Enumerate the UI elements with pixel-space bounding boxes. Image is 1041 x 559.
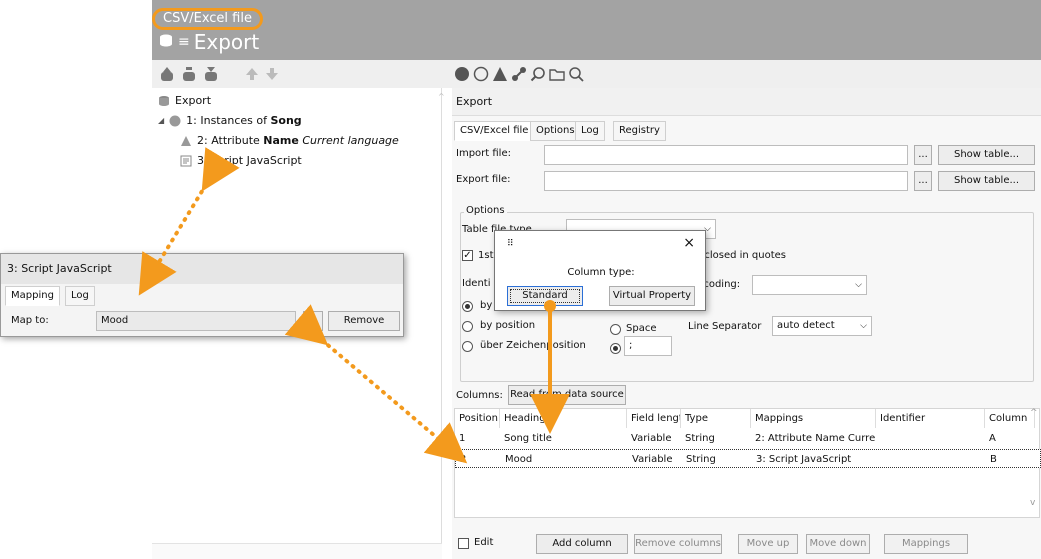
space-radio[interactable] xyxy=(610,324,621,335)
script-icon xyxy=(180,155,192,166)
export-show-table-button[interactable]: Show table... xyxy=(938,171,1035,191)
col-header-identifier[interactable]: Identifier xyxy=(876,409,985,428)
collapse-triangle-icon[interactable]: ◢ xyxy=(158,116,164,125)
database-icon xyxy=(158,29,174,55)
panel-title: 3: Script JavaScript xyxy=(1,254,403,284)
edit-checkbox[interactable] xyxy=(458,538,469,549)
by-position-radio[interactable] xyxy=(462,321,473,332)
col-header-column[interactable]: Column xyxy=(985,409,1035,428)
table-row[interactable]: 1 Song title Variable String 2: Attribut… xyxy=(455,429,1041,448)
custom-separator-radio[interactable] xyxy=(610,343,621,354)
search-icon[interactable] xyxy=(530,66,546,82)
virtual-property-button[interactable]: Virtual Property xyxy=(609,286,695,306)
space-label: Space xyxy=(626,323,657,334)
tree-item-script[interactable]: 3: Script JavaScript xyxy=(180,154,302,167)
table-scroll-up[interactable]: ^ xyxy=(1030,408,1038,418)
import-show-table-button[interactable]: Show table... xyxy=(938,145,1035,165)
encoding-select[interactable]: ⌵ xyxy=(752,275,867,295)
add-column-button[interactable]: Add column xyxy=(536,534,628,554)
tree-root[interactable]: Export xyxy=(158,94,211,107)
line-separator-label: Line Separator xyxy=(688,321,762,332)
export-file-input[interactable] xyxy=(544,171,908,191)
tab-mapping[interactable]: Mapping xyxy=(5,286,60,306)
column-type-label: Column type: xyxy=(567,267,635,278)
tab-registry[interactable]: Registry xyxy=(613,121,666,141)
col-header-type[interactable]: Type xyxy=(681,409,751,428)
by-separator-label: by xyxy=(480,300,493,311)
triangle-icon[interactable] xyxy=(492,66,508,82)
map-to-label: Map to: xyxy=(11,315,49,326)
import-browse-button[interactable]: ... xyxy=(914,145,932,165)
tree-horizontal-scrollbar[interactable] xyxy=(152,543,442,559)
title-bar xyxy=(152,0,1041,60)
export-up-icon[interactable] xyxy=(159,66,175,82)
attribute-icon xyxy=(181,135,191,146)
columns-table: Position Heading Field length Type Mappi… xyxy=(454,408,1041,518)
export-down-icon[interactable] xyxy=(203,66,219,82)
toolbar xyxy=(152,60,1041,88)
magnifier-icon[interactable] xyxy=(568,66,584,82)
mappings-button[interactable]: Mappings xyxy=(884,534,968,554)
edit-label: Edit xyxy=(474,537,494,548)
map-to-field[interactable]: Mood xyxy=(96,311,296,331)
import-file-label: Import file: xyxy=(456,148,511,159)
separator-input[interactable]: ; xyxy=(624,336,672,356)
map-to-browse-button[interactable]: ... xyxy=(303,311,323,331)
remove-button[interactable]: Remove xyxy=(328,311,400,331)
relation-icon[interactable] xyxy=(511,66,527,82)
tab-options[interactable]: Options xyxy=(530,121,581,141)
chevron-down-icon: ⌵ xyxy=(860,321,867,331)
options-group-label: Options xyxy=(464,205,507,216)
col-header-field-length[interactable]: Field length xyxy=(627,409,681,428)
move-down-button[interactable]: Move down xyxy=(806,534,870,554)
database-icon xyxy=(159,95,169,106)
first-row-checkbox[interactable]: ✓ xyxy=(462,250,473,261)
quotes-label: nclosed in quotes xyxy=(698,250,787,261)
tab-log[interactable]: Log xyxy=(575,121,605,141)
identification-label: Identi xyxy=(462,278,491,289)
tab-csv-excel[interactable]: CSV/Excel file xyxy=(454,121,535,141)
export-properties-panel: Export CSV/Excel file Options Log Regist… xyxy=(452,88,1041,559)
object-type-icon xyxy=(169,115,181,126)
move-up-button[interactable]: Move up xyxy=(738,534,798,554)
col-header-mappings[interactable]: Mappings xyxy=(751,409,876,428)
first-row-label: 1st xyxy=(478,250,494,261)
tree-item-attribute[interactable]: 2: Attribute Name Current language xyxy=(180,134,399,147)
move-down-icon[interactable] xyxy=(264,66,280,82)
standard-button[interactable]: Standard xyxy=(507,286,583,306)
close-icon[interactable]: × xyxy=(683,235,695,251)
table-row[interactable]: 2 Mood Variable String 3: Script JavaScr… xyxy=(455,449,1041,468)
by-separator-radio[interactable] xyxy=(462,301,473,312)
line-separator-select[interactable]: auto detect ⌵ xyxy=(772,316,872,336)
remove-columns-button[interactable]: Remove columns xyxy=(634,534,722,554)
folder-icon[interactable] xyxy=(549,66,565,82)
export-file-label: Export file: xyxy=(456,174,511,185)
circle-outline-icon[interactable] xyxy=(473,66,489,82)
context-title: CSV/Excel file xyxy=(152,8,263,30)
export-add-icon[interactable] xyxy=(181,66,197,82)
col-header-position[interactable]: Position xyxy=(455,409,500,428)
export-browse-button[interactable]: ... xyxy=(914,171,932,191)
script-detail-panel: 3: Script JavaScript Mapping Log Map to:… xyxy=(0,253,404,337)
move-up-icon[interactable] xyxy=(244,66,260,82)
column-type-dialog: ⠿ × Column type: Standard Virtual Proper… xyxy=(494,230,706,311)
tree-scroll-up[interactable]: ^ xyxy=(438,92,445,101)
col-header-heading[interactable]: Heading xyxy=(500,409,627,428)
circle-filled-icon[interactable] xyxy=(454,66,470,82)
page-title: ≡ Export xyxy=(158,29,259,55)
chevron-down-icon: ⌵ xyxy=(855,280,862,290)
table-scroll-down[interactable]: v xyxy=(1030,498,1035,508)
columns-label: Columns: xyxy=(456,390,503,401)
by-character-position-radio[interactable] xyxy=(462,341,473,352)
dialog-app-icon: ⠿ xyxy=(507,239,514,249)
by-position-label: by position xyxy=(480,320,536,331)
read-from-data-source-button[interactable]: Read from data source xyxy=(508,385,626,405)
tree-item-instances[interactable]: ◢ 1: Instances of Song xyxy=(158,114,302,127)
import-file-input[interactable] xyxy=(544,145,908,165)
panel-header: Export xyxy=(452,88,1041,116)
by-character-position-label: über Zeichenposition xyxy=(480,340,586,351)
list-icon: ≡ xyxy=(178,34,190,50)
tab-log[interactable]: Log xyxy=(65,286,95,306)
